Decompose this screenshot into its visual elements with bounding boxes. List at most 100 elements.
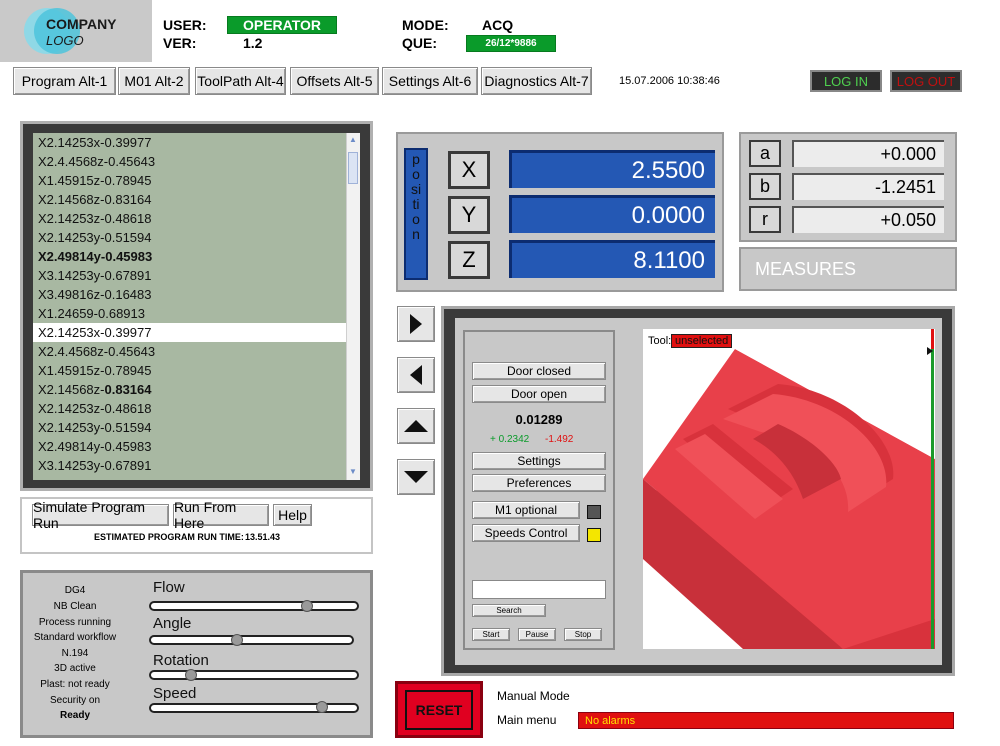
user-label: USER: — [163, 17, 207, 33]
measure-value-a: +0.000 — [792, 140, 944, 167]
program-line[interactable]: X2.49814y-0.45983 — [33, 437, 346, 456]
axis-value-x: 2.5500 — [509, 150, 715, 188]
slider-knob-angle[interactable] — [230, 634, 243, 646]
alarm-status-bar: No alarms — [578, 712, 954, 729]
ver-value: 1.2 — [243, 35, 263, 51]
program-list[interactable]: X2.14253x-0.39977 X2.4.4568z-0.45643 X1.… — [33, 133, 346, 480]
program-line[interactable]: X1.45915z-0.78945 — [33, 171, 346, 190]
control-value: 0.01289 — [515, 412, 563, 427]
tab-diagnostics[interactable]: Diagnostics Alt-7 — [481, 67, 592, 95]
program-line[interactable]: X3.14253y-0.67891 — [33, 456, 346, 475]
que-value: 26/12*9886 — [466, 35, 556, 52]
measure-label-a: a — [749, 140, 781, 167]
tab-program[interactable]: Program Alt-1 — [13, 67, 116, 95]
program-line[interactable]: X2.14253z-0.48618 — [33, 209, 346, 228]
measure-value-r: +0.050 — [792, 206, 944, 233]
datetime: 15.07.2006 10:38:46 — [619, 75, 720, 87]
program-line[interactable]: X2.14253y-0.51594 — [33, 228, 346, 247]
slider-label-rotation: Rotation — [153, 652, 209, 669]
status-line: 3D active — [54, 663, 96, 674]
estimated-time-label: ESTIMATED PROGRAM RUN TIME: — [94, 532, 244, 542]
control-value-minus: -1.492 — [545, 434, 574, 445]
main-menu-label[interactable]: Main menu — [497, 713, 556, 727]
program-line[interactable]: X2.14253y-0.51594 — [33, 418, 346, 437]
m1-optional-button[interactable]: M1 optional — [472, 501, 580, 519]
program-line[interactable]: X1.45915z-0.78945 — [33, 361, 346, 380]
slider-label-flow: Flow — [153, 579, 185, 596]
status-line: Ready — [59, 710, 90, 721]
scroll-thumb[interactable] — [348, 152, 358, 184]
tool-value: unselected — [671, 334, 733, 348]
program-line[interactable]: X3.14253y-0.67891 — [33, 266, 346, 285]
pause-button[interactable]: Pause — [518, 628, 556, 641]
program-line[interactable]: X2.14568z-0.83164 — [33, 190, 346, 209]
arrow-left-button[interactable] — [397, 357, 435, 393]
speeds-control-button[interactable]: Speeds Control — [472, 524, 580, 542]
position-vertical-label: position — [404, 148, 428, 280]
slider-label-speed: Speed — [153, 685, 197, 702]
slider-flow[interactable] — [149, 601, 359, 611]
measure-label-r: r — [749, 206, 781, 233]
program-scrollbar[interactable] — [346, 133, 360, 480]
reset-button[interactable]: RESET — [395, 681, 483, 738]
arrow-down-icon — [404, 471, 428, 483]
start-button[interactable]: Start — [472, 628, 510, 641]
search-input[interactable] — [472, 580, 606, 599]
program-line[interactable]: X2.4.4568z-0.45643 — [33, 152, 346, 171]
arrow-up-icon — [404, 420, 428, 432]
speeds-control-indicator[interactable] — [587, 528, 601, 542]
slider-rotation[interactable] — [149, 670, 359, 680]
status-line: Standard workflow — [33, 632, 117, 643]
login-button[interactable]: LOG IN — [810, 70, 882, 92]
run-from-here-button[interactable]: Run From Here — [173, 499, 269, 531]
tab-toolpath[interactable]: ToolPath Alt-4 — [195, 67, 286, 95]
axis-value-z: 8.1100 — [509, 240, 715, 278]
arrow-left-icon — [410, 365, 422, 385]
tab-m01[interactable]: M01 Alt-2 — [118, 67, 190, 95]
toolpath-3d-view[interactable] — [643, 329, 935, 649]
control-value-plus: + 0.2342 — [490, 434, 530, 445]
m1-optional-indicator[interactable] — [587, 505, 601, 519]
search-button[interactable]: Search — [472, 604, 546, 617]
slider-label-angle: Angle — [153, 615, 192, 632]
tab-settings[interactable]: Settings Alt-6 — [382, 67, 478, 95]
status-line: Plast: not ready — [40, 679, 110, 690]
program-line[interactable]: X2.14568z-0.83164 — [33, 380, 346, 399]
preferences-button[interactable]: Preferences — [472, 474, 606, 492]
measures-button[interactable]: MEASURES — [739, 247, 957, 291]
help-button[interactable]: Help — [273, 504, 312, 526]
stop-button[interactable]: Stop — [564, 628, 602, 641]
program-line[interactable]: X3.49816z-0.16483 — [33, 285, 346, 304]
arrow-up-button[interactable] — [397, 408, 435, 444]
manual-mode-label: Manual Mode — [497, 689, 570, 703]
program-line[interactable]: X2.14253x-0.39977 — [33, 133, 346, 152]
reset-label: RESET — [405, 689, 473, 730]
program-line[interactable]: X2.14253z-0.48618 — [33, 399, 346, 418]
que-label: QUE: — [402, 35, 437, 51]
arrow-down-button[interactable] — [397, 459, 435, 495]
tab-offsets[interactable]: Offsets Alt-5 — [290, 67, 379, 95]
slider-angle[interactable] — [149, 635, 354, 645]
3d-model-illustration — [643, 329, 935, 649]
simulate-run-button[interactable]: Simulate Program Run — [32, 499, 169, 531]
status-line: Security on — [49, 695, 101, 706]
scroll-down-icon[interactable]: ▼ — [347, 466, 359, 478]
program-line-bold[interactable]: X2.49814y-0.45983 — [33, 247, 346, 266]
door-closed-button[interactable]: Door closed — [472, 362, 606, 380]
settings-button[interactable]: Settings — [472, 452, 606, 470]
status-line: NB Clean — [53, 601, 97, 612]
scroll-up-icon[interactable]: ▲ — [347, 134, 359, 146]
mode-value: ACQ — [482, 17, 514, 33]
door-open-button[interactable]: Door open — [472, 385, 606, 403]
program-line-bold-part: 0.83164 — [104, 382, 152, 397]
axis-label-y: Y — [448, 196, 490, 234]
logo-text: COMPANY — [46, 16, 117, 32]
program-line-selected[interactable]: X2.14253x-0.39977 — [33, 323, 346, 342]
program-line[interactable]: X2.4.4568z-0.45643 — [33, 342, 346, 361]
program-line-prefix: X2.14568z- — [38, 382, 105, 397]
arrow-right-button[interactable] — [397, 306, 435, 342]
status-line: Process running — [38, 617, 112, 628]
program-line[interactable]: X1.24659-0.68913 — [33, 304, 346, 323]
logout-button[interactable]: LOG OUT — [890, 70, 962, 92]
mode-label: MODE: — [402, 17, 449, 33]
